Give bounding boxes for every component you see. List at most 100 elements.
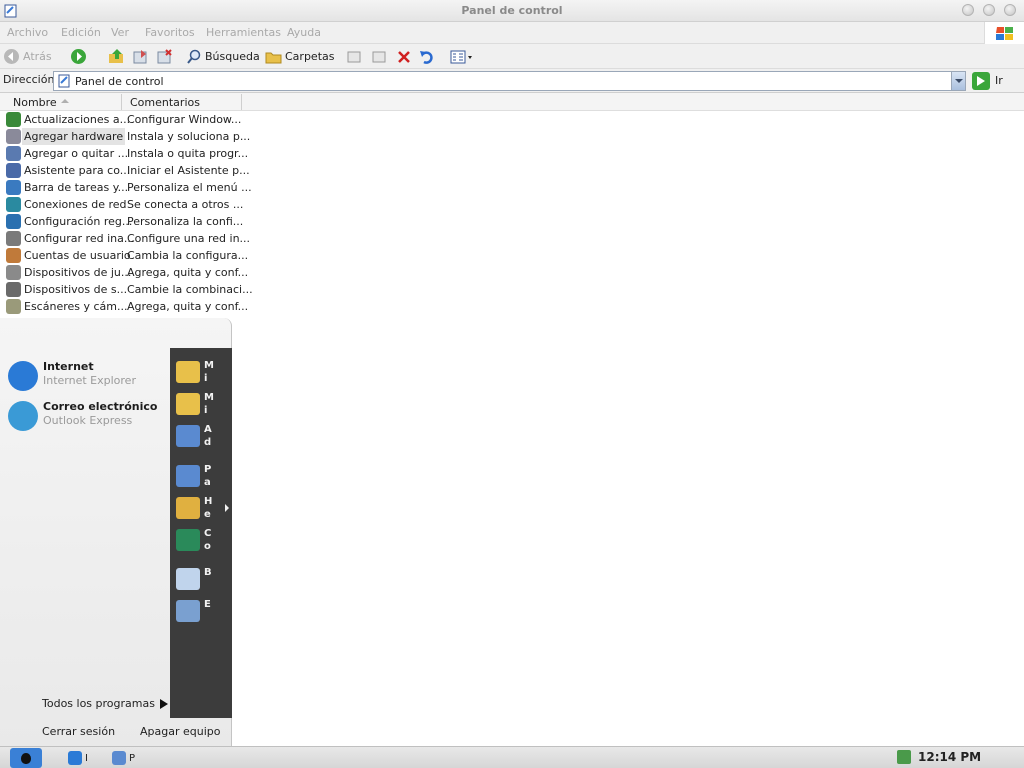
pinned-email[interactable]: Correo electrónico Outlook Express: [8, 398, 168, 434]
delete-folder-button[interactable]: [156, 48, 173, 65]
paste-to-button[interactable]: [371, 48, 388, 65]
address-input[interactable]: Panel de control: [53, 71, 966, 91]
pinned-subtitle: Internet Explorer: [43, 374, 136, 387]
task-label: I: [85, 752, 88, 764]
item-comment: Personaliza la confi...: [127, 215, 244, 228]
item-name: Dispositivos de ju...: [24, 266, 132, 279]
move-to-button[interactable]: [132, 48, 149, 65]
places-search[interactable]: B: [176, 563, 232, 593]
search-button[interactable]: Búsqueda: [186, 48, 260, 65]
gamepad-icon: [6, 265, 21, 280]
column-divider[interactable]: [121, 94, 122, 110]
windows-logo-icon: [984, 22, 1024, 44]
places-label: He: [204, 496, 213, 520]
network-tray-icon[interactable]: [897, 750, 911, 764]
run-icon: [176, 600, 200, 622]
item-name: Conexiones de red: [24, 198, 127, 211]
item-name: Configuración reg...: [24, 215, 133, 228]
pinned-internet[interactable]: Internet Internet Explorer: [8, 358, 168, 394]
list-item[interactable]: Actualizaciones a... Configurar Window..…: [0, 111, 241, 128]
list-item[interactable]: Agregar hardware Instala y soluciona p..…: [0, 128, 250, 145]
taskbar-item-control-panel[interactable]: P: [112, 750, 135, 766]
back-arrow-icon: [4, 49, 19, 64]
menu-edicion[interactable]: Edición: [61, 26, 101, 39]
menu-herramientas[interactable]: Herramientas: [206, 26, 281, 39]
undo-button[interactable]: [419, 48, 435, 65]
column-divider[interactable]: [241, 94, 242, 110]
list-item[interactable]: Configurar red ina... Configure una red …: [0, 230, 250, 247]
go-label[interactable]: Ir: [995, 74, 1003, 87]
go-arrow-icon[interactable]: [972, 72, 990, 90]
pinned-title: Correo electrónico: [43, 400, 158, 413]
list-item[interactable]: Asistente para co... Iniciar el Asistent…: [0, 162, 250, 179]
folders-button[interactable]: Carpetas: [265, 48, 334, 65]
menu-ver[interactable]: Ver: [111, 26, 129, 39]
places-label: Pa: [204, 464, 212, 488]
copy-to-button[interactable]: [346, 48, 363, 65]
control-panel-icon: [176, 465, 200, 487]
places-admin-tools[interactable]: Ad: [176, 420, 232, 450]
list-item[interactable]: Escáneres y cám... Agrega, quita y conf.…: [0, 298, 248, 315]
region-icon: [6, 214, 21, 229]
list-item[interactable]: Configuración reg... Personaliza la conf…: [0, 213, 244, 230]
item-name: Agregar o quitar ...: [24, 147, 129, 160]
views-button[interactable]: [450, 48, 474, 65]
list-item[interactable]: Dispositivos de s... Cambie la combinaci…: [0, 281, 253, 298]
column-comentarios[interactable]: Comentarios: [130, 96, 200, 109]
list-item[interactable]: Conexiones de red Se conecta a otros ...: [0, 196, 244, 213]
item-comment: Cambie la combinaci...: [127, 283, 253, 296]
item-comment: Configure una red in...: [127, 232, 251, 245]
list-item[interactable]: Cuentas de usuario Cambia la configura..…: [0, 247, 248, 264]
up-folder-button[interactable]: [108, 48, 125, 65]
admin-tools-icon: [176, 425, 200, 447]
places-tools[interactable]: He: [176, 492, 232, 522]
clock[interactable]: 12:14 PM: [918, 750, 981, 764]
places-label: Mi: [204, 392, 214, 416]
places-connect[interactable]: Co: [176, 524, 232, 554]
places-label: Ad: [204, 424, 212, 448]
up-folder-icon: [109, 49, 123, 63]
all-programs-button[interactable]: Todos los programas: [42, 697, 155, 710]
minimize-button[interactable]: [962, 4, 974, 16]
start-button[interactable]: [10, 748, 42, 768]
places-control-panel[interactable]: Pa: [176, 460, 232, 490]
menu-bar: Archivo Edición Ver Favoritos Herramient…: [0, 22, 1024, 44]
places-my-music[interactable]: Mi: [176, 388, 232, 418]
toolbar: Atrás Búsqueda Carpetas: [0, 44, 1024, 69]
item-comment: Personaliza el menú ...: [127, 181, 252, 194]
update-icon: [6, 112, 21, 127]
shutdown-button[interactable]: Apagar equipo: [140, 725, 220, 738]
list-item[interactable]: Barra de tareas y... Personaliza el menú…: [0, 179, 252, 196]
back-button[interactable]: Atrás: [3, 48, 52, 65]
list-item[interactable]: Dispositivos de ju... Agrega, quita y co…: [0, 264, 248, 281]
search-label: Búsqueda: [205, 50, 260, 63]
item-name: Configurar red ina...: [24, 232, 135, 245]
column-nombre[interactable]: Nombre: [13, 96, 57, 109]
places-run[interactable]: E: [176, 595, 232, 625]
item-comment: Se conecta a otros ...: [127, 198, 244, 211]
pinned-subtitle: Outlook Express: [43, 414, 133, 427]
taskbar-item-ie[interactable]: I: [68, 750, 88, 766]
close-button[interactable]: [1004, 4, 1016, 16]
menu-archivo[interactable]: Archivo: [7, 26, 48, 39]
maximize-button[interactable]: [983, 4, 995, 16]
list-item[interactable]: Agregar o quitar ... Instala o quita pro…: [0, 145, 248, 162]
item-name: Escáneres y cám...: [24, 300, 128, 313]
forward-arrow-icon: [71, 49, 86, 64]
menu-ayuda[interactable]: Ayuda: [287, 26, 321, 39]
folders-icon: [265, 52, 282, 63]
folder-delete-icon: [157, 49, 172, 64]
folders-label: Carpetas: [285, 50, 335, 63]
menu-favoritos[interactable]: Favoritos: [145, 26, 195, 39]
taskbar: I P 12:14 PM: [0, 746, 1024, 768]
address-dropdown-button[interactable]: [951, 72, 965, 90]
places-my-documents[interactable]: Mi: [176, 356, 232, 386]
users-icon: [6, 248, 21, 263]
title-bar: Panel de control: [0, 0, 1024, 22]
connect-icon: [176, 529, 200, 551]
item-comment: Agrega, quita y conf...: [127, 266, 249, 279]
add-remove-icon: [6, 146, 21, 161]
logoff-button[interactable]: Cerrar sesión: [42, 725, 115, 738]
forward-button[interactable]: [70, 48, 87, 65]
delete-button[interactable]: [396, 48, 412, 65]
